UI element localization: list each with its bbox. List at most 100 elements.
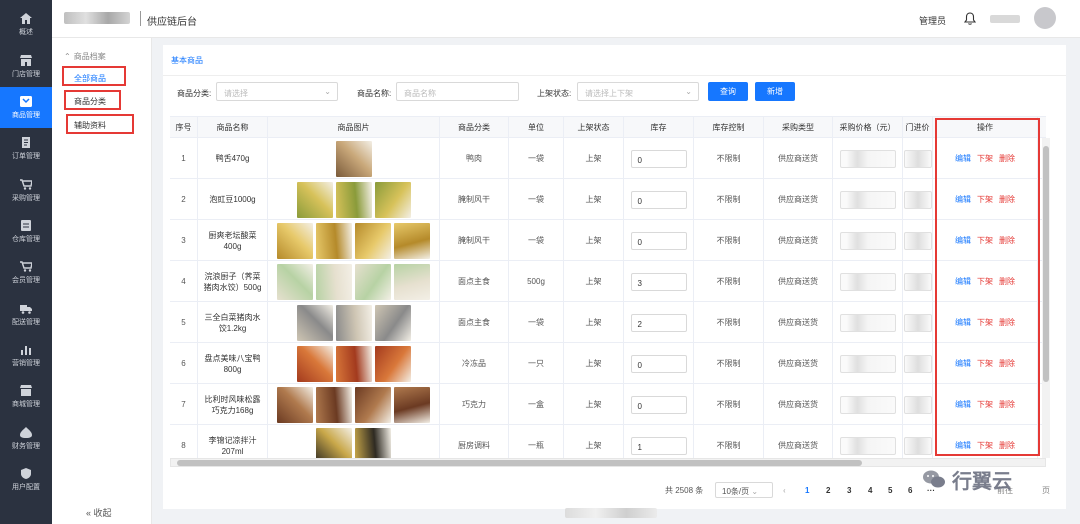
page-2[interactable]: 2 bbox=[826, 486, 830, 495]
shield-icon bbox=[21, 467, 31, 479]
prev-page-button[interactable]: ‹ bbox=[783, 486, 786, 495]
product-unit: 一袋 bbox=[509, 179, 564, 220]
column-header: 商品分类 bbox=[440, 117, 509, 139]
page-1[interactable]: 1 bbox=[805, 486, 809, 495]
product-thumbnail[interactable] bbox=[394, 222, 430, 259]
stock-input[interactable]: 3 bbox=[630, 272, 687, 291]
vertical-scrollbar[interactable] bbox=[1042, 138, 1050, 458]
row-index: 5 bbox=[170, 302, 198, 343]
stock-input[interactable]: 0 bbox=[630, 354, 687, 373]
product-thumbnail[interactable] bbox=[335, 181, 372, 218]
stock-input[interactable]: 0 bbox=[630, 149, 687, 168]
product-thumbnail[interactable] bbox=[394, 263, 430, 300]
product-thumbnail[interactable] bbox=[374, 304, 411, 341]
product-thumbnail[interactable] bbox=[277, 222, 313, 259]
purchase-price-input[interactable] bbox=[839, 436, 896, 455]
page-6[interactable]: 6 bbox=[908, 486, 912, 495]
nav-item-warehouse[interactable]: 仓库管理 bbox=[0, 211, 52, 252]
purchase-price-input[interactable] bbox=[839, 313, 896, 332]
row-index: 2 bbox=[170, 179, 198, 220]
product-thumbnail[interactable] bbox=[277, 386, 313, 423]
purchase-price-input[interactable] bbox=[839, 354, 896, 373]
nav-item-goods[interactable]: 商品管理 bbox=[0, 87, 52, 128]
nav-item-mall[interactable]: 商城管理 bbox=[0, 376, 52, 417]
store-price-input[interactable] bbox=[903, 149, 932, 168]
subnav-group-header[interactable]: ⌃ 商品档案 bbox=[64, 51, 109, 62]
username[interactable] bbox=[990, 15, 1020, 23]
purchase-type: 供应商送货 bbox=[764, 220, 833, 261]
stock-input[interactable]: 0 bbox=[630, 395, 687, 414]
product-thumbnail[interactable] bbox=[394, 386, 430, 423]
listing-status: 上架 bbox=[564, 179, 624, 220]
nav-item-user-config[interactable]: 用户配置 bbox=[0, 459, 52, 500]
page-4[interactable]: 4 bbox=[868, 486, 872, 495]
scrollbar-thumb[interactable] bbox=[177, 460, 862, 466]
query-button[interactable]: 查询 bbox=[708, 82, 748, 101]
stock-input[interactable]: 0 bbox=[630, 231, 687, 250]
nav-item-finance[interactable]: 财务管理 bbox=[0, 418, 52, 459]
page-5[interactable]: 5 bbox=[888, 486, 892, 495]
page-3[interactable]: 3 bbox=[847, 486, 851, 495]
purchase-price-input[interactable] bbox=[839, 272, 896, 291]
product-thumbnail[interactable] bbox=[335, 345, 372, 382]
product-thumbnail[interactable] bbox=[277, 263, 313, 300]
product-thumbnail[interactable] bbox=[355, 386, 391, 423]
purchase-price-input[interactable] bbox=[839, 149, 896, 168]
store-price-input[interactable] bbox=[903, 436, 932, 455]
product-thumbnail[interactable] bbox=[335, 140, 372, 177]
nav-item-overview[interactable]: 概述 bbox=[0, 4, 52, 45]
stock-input[interactable]: 1 bbox=[630, 436, 687, 455]
column-header: 采购价格（元） bbox=[833, 117, 903, 139]
chevron-down-icon: ⌄ bbox=[751, 487, 759, 496]
product-thumbnail[interactable] bbox=[296, 181, 333, 218]
collapse-button[interactable]: « 收起 bbox=[86, 506, 112, 519]
product-name: 盘点美味八宝鸭800g bbox=[198, 343, 268, 384]
product-thumbnail[interactable] bbox=[374, 345, 411, 382]
store-price-input[interactable] bbox=[903, 313, 932, 332]
page-size-select[interactable]: 10条/页 ⌄ bbox=[715, 482, 773, 498]
product-thumbnail[interactable] bbox=[335, 304, 372, 341]
nav-item-stores[interactable]: 门店管理 bbox=[0, 46, 52, 87]
table-row: 5 三全白菜猪肉水饺1.2kg 面点主食 一袋 上架 2 不限制 供应商送货 编辑 下架 删除 bbox=[170, 302, 1046, 343]
avatar[interactable] bbox=[1034, 7, 1056, 29]
product-thumbnail[interactable] bbox=[355, 222, 391, 259]
product-thumbnail[interactable] bbox=[296, 304, 333, 341]
product-thumbnail[interactable] bbox=[316, 263, 352, 300]
status-select[interactable]: 请选择上下架 ⌄ bbox=[577, 82, 699, 101]
stock-input[interactable]: 0 bbox=[630, 190, 687, 209]
horizontal-scrollbar[interactable] bbox=[170, 458, 1046, 467]
store-price-input[interactable] bbox=[903, 272, 932, 291]
store-price-input[interactable] bbox=[903, 190, 932, 209]
admin-label[interactable]: 管理员 bbox=[919, 14, 946, 27]
nav-item-orders[interactable]: 订单管理 bbox=[0, 128, 52, 169]
scrollbar-thumb[interactable] bbox=[1043, 146, 1049, 382]
nav-item-marketing[interactable]: 营销管理 bbox=[0, 335, 52, 376]
nav-item-delivery[interactable]: 配送管理 bbox=[0, 294, 52, 335]
product-thumbnail[interactable] bbox=[374, 181, 411, 218]
table-row: 7 比利时风味松露巧克力168g 巧克力 一盒 上架 0 不限制 供应商送货 编辑 下架 删除 bbox=[170, 384, 1046, 425]
column-header: 商品名称 bbox=[198, 117, 268, 139]
nav-item-purchase[interactable]: 采购管理 bbox=[0, 170, 52, 211]
purchase-price-input[interactable] bbox=[839, 231, 896, 250]
product-thumbnail[interactable] bbox=[296, 345, 333, 382]
divider bbox=[140, 11, 141, 26]
store-price-input[interactable] bbox=[903, 395, 932, 414]
add-button[interactable]: 新增 bbox=[755, 82, 795, 101]
product-unit: 一盒 bbox=[509, 384, 564, 425]
store-price-input[interactable] bbox=[903, 231, 932, 250]
name-search-input[interactable]: 商品名称 bbox=[396, 82, 519, 101]
nav-item-members[interactable]: 会员管理 bbox=[0, 252, 52, 293]
store-price-input[interactable] bbox=[903, 354, 932, 373]
stock-input[interactable]: 2 bbox=[630, 313, 687, 332]
name-filter-label: 商品名称: bbox=[357, 89, 392, 98]
purchase-price-input[interactable] bbox=[839, 395, 896, 414]
stock-control: 不限制 bbox=[694, 138, 764, 179]
store-price-cell bbox=[903, 138, 933, 179]
bell-icon[interactable] bbox=[964, 12, 976, 25]
purchase-price-input[interactable] bbox=[839, 190, 896, 209]
product-thumbnail[interactable] bbox=[355, 263, 391, 300]
product-thumbnail[interactable] bbox=[316, 222, 352, 259]
category-select[interactable]: 请选择 ⌄ bbox=[216, 82, 338, 101]
store-price-cell bbox=[903, 220, 933, 261]
product-thumbnail[interactable] bbox=[316, 386, 352, 423]
